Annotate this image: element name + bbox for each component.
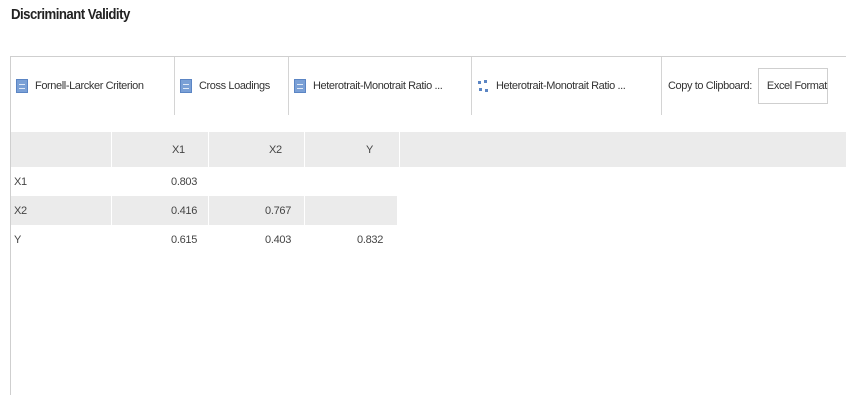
table-row: X2 0.416 0.767: [11, 196, 397, 225]
column-header: X2: [269, 143, 282, 156]
tab-label: Cross Loadings: [199, 80, 270, 92]
tab-label: Heterotrait-Monotrait Ratio ...: [496, 80, 626, 92]
tab-cross-loadings[interactable]: Cross Loadings: [175, 57, 289, 115]
table-row: X1 0.803: [11, 167, 846, 196]
table-icon: [16, 79, 28, 93]
table-header-row: X1 X2 Y: [11, 132, 846, 167]
table-cell: 0.416: [171, 204, 198, 217]
fornell-larcker-table: X1 X2 Y X1 0.803 X2 0.416 0.767 Y 0.615 …: [11, 132, 846, 254]
tab-htmt-matrix[interactable]: Heterotrait-Monotrait Ratio ...: [289, 57, 472, 115]
table-cell: 0.403: [265, 233, 292, 246]
tab-bar: Fornell-Larcker Criterion Cross Loadings…: [11, 57, 846, 115]
clipboard-label: Copy to Clipboard:: [668, 80, 752, 92]
table-cell: 0.832: [357, 233, 384, 246]
table-cell: 0.767: [265, 204, 292, 217]
tab-htmt-chart[interactable]: Heterotrait-Monotrait Ratio ...: [472, 57, 662, 115]
row-header: X1: [14, 175, 27, 188]
column-header: Y: [366, 143, 374, 156]
table-cell: 0.615: [171, 233, 198, 246]
row-header: X2: [14, 204, 27, 217]
table-icon: [180, 79, 192, 93]
results-panel: Fornell-Larcker Criterion Cross Loadings…: [10, 56, 846, 395]
table-cell: 0.803: [171, 175, 198, 188]
tab-label: Fornell-Larcker Criterion: [35, 80, 144, 92]
tab-label: Heterotrait-Monotrait Ratio ...: [313, 80, 443, 92]
table-row: Y 0.615 0.403 0.832: [11, 225, 846, 254]
clipboard-format-select[interactable]: Excel Format: [757, 68, 828, 104]
table-icon: [294, 79, 306, 93]
graph-icon: [477, 79, 489, 93]
column-header: X1: [172, 143, 185, 156]
page-title: Discriminant Validity: [11, 6, 130, 23]
row-header: Y: [14, 233, 22, 246]
tab-fornell-larcker[interactable]: Fornell-Larcker Criterion: [11, 57, 175, 115]
